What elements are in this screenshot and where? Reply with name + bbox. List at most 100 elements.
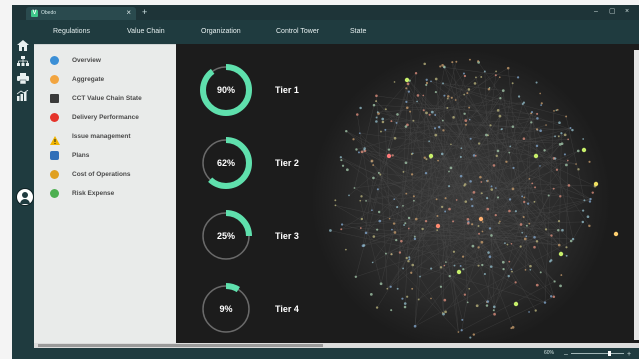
warning-icon [50,132,60,145]
nav-regulations[interactable]: Regulations [53,28,90,35]
network-node [464,123,467,126]
analytics-icon[interactable] [16,89,30,102]
network-node [533,245,536,249]
network-node [440,152,444,156]
plans-icon [50,151,59,160]
network-node [468,58,471,61]
network-node [511,82,514,85]
network-graph-area[interactable] [311,49,611,349]
network-node [468,106,471,109]
network-node [559,195,562,198]
network-hub-node[interactable] [404,77,410,83]
scrollbar-thumb[interactable] [38,344,323,347]
tier-name-label[interactable]: Tier 2 [275,158,299,168]
network-node [563,133,567,137]
network-node [508,260,511,263]
network-node [371,209,373,212]
network-node [452,250,456,253]
menu-item-label: CCT Value Chain State [72,95,142,102]
network-hub-node[interactable] [435,223,441,229]
vertical-scrollbar[interactable] [634,50,639,340]
network-hub-node[interactable] [456,269,462,275]
network-node [485,133,488,137]
network-hub-node[interactable] [513,301,519,307]
network-node [468,118,471,121]
network-node [401,297,404,300]
network-hub-node[interactable] [428,153,434,159]
tier-percent-label: 25% [217,231,235,241]
network-node [557,135,560,138]
network-node [448,185,451,188]
network-node [360,150,364,154]
network-node [438,125,441,129]
network-hub-node[interactable] [533,153,539,159]
network-node [557,243,561,247]
network-node [522,137,526,140]
network-node [522,101,526,104]
network-node [360,217,364,221]
network-node [425,81,429,85]
network-node [375,306,379,309]
network-node [535,240,539,243]
home-icon[interactable] [16,40,30,52]
network-node [402,267,404,270]
network-node [414,217,418,221]
network-hub-node[interactable] [478,216,484,222]
tier-name-label[interactable]: Tier 1 [275,85,299,95]
network-hub-node[interactable] [613,231,619,237]
network-node [494,213,497,217]
network-node [340,159,343,162]
maximize-button[interactable]: ▢ [609,7,616,17]
print-icon[interactable] [16,73,30,85]
network-node [477,225,480,227]
network-node [517,95,521,98]
network-node [558,121,561,124]
tier-name-label[interactable]: Tier 4 [275,304,299,314]
network-hub-node[interactable] [593,181,599,187]
minimize-button[interactable]: – [594,7,598,17]
network-node [448,274,451,278]
tab-close-icon[interactable]: × [126,8,131,18]
network-node [375,100,378,103]
status-bar: 60% – + [34,348,639,359]
browser-tab[interactable]: V Obedo × [26,7,136,20]
user-avatar-icon[interactable] [16,188,34,206]
network-node [416,100,418,103]
network-node [434,133,438,137]
network-node [381,117,385,121]
network-node [489,265,493,268]
network-node [488,227,492,230]
network-node [501,128,503,130]
network-node [569,239,573,243]
network-node [391,154,394,157]
network-node [552,295,556,299]
network-node [536,117,539,120]
close-window-button[interactable]: × [625,7,629,17]
network-node [395,121,398,124]
network-hub-node[interactable] [386,153,392,159]
network-node [412,195,415,198]
nav-value-chain[interactable]: Value Chain [127,28,165,35]
nav-state[interactable]: State [350,28,366,35]
network-node [413,237,417,241]
network-node [554,157,557,160]
network-node [524,269,527,271]
nav-control-tower[interactable]: Control Tower [276,28,319,35]
network-node [502,267,505,271]
zoom-slider[interactable]: – + [564,350,636,357]
network-node [483,272,486,276]
network-node [521,195,524,198]
network-hub-node[interactable] [581,147,587,153]
network-node [509,145,512,148]
new-tab-button[interactable]: + [142,7,147,17]
network-node [446,97,449,100]
network-node [376,111,379,114]
network-node [428,113,431,116]
network-node [393,136,397,140]
tier-name-label[interactable]: Tier 3 [275,231,299,241]
nav-organization[interactable]: Organization [201,28,241,35]
network-hub-node[interactable] [558,251,564,257]
org-chart-icon[interactable] [16,56,30,68]
network-node [533,235,536,239]
value-chain-icon [50,94,59,103]
